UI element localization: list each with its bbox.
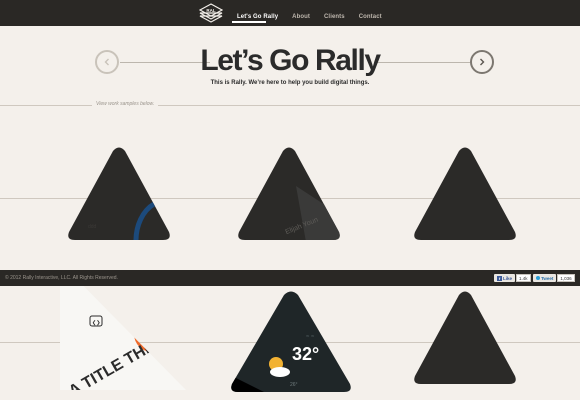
footer-bar: © 2012 Rally Interactive, LLC. All Right… — [0, 270, 580, 286]
twitter-tweet[interactable]: Tweet 1,036 — [533, 274, 575, 282]
work-sample-5-triangle[interactable]: 32° 26° ≈ ≈ — [228, 290, 354, 394]
svg-text:ddd: ddd — [88, 224, 97, 230]
work-sample-2-triangle[interactable]: Elijah Youn — [236, 146, 342, 242]
facebook-icon: f — [497, 275, 502, 281]
copyright-text: © 2012 Rally Interactive, LLC. All Right… — [5, 275, 118, 281]
section-label: View work samples below. — [92, 101, 159, 107]
svg-text:❮❯: ❮❯ — [92, 320, 100, 326]
work-sample-4-triangle[interactable]: ❮❯ D IS A TITLE THING — [60, 286, 190, 400]
nav-item-clients[interactable]: Clients — [317, 0, 352, 26]
work-sample-1-triangle[interactable]: ddd — [66, 146, 172, 242]
svg-text:D: D — [146, 328, 155, 342]
facebook-like[interactable]: f Like 1.4k — [494, 274, 531, 282]
page-title: Let’s Go Rally — [200, 44, 381, 77]
section-divider — [0, 105, 580, 106]
tweet-label: Tweet — [541, 275, 554, 281]
twitter-bird-icon — [536, 276, 540, 280]
nav-active-indicator — [232, 21, 266, 23]
nav-item-contact[interactable]: Contact — [352, 0, 389, 26]
page-subtitle: This is Rally. We’re here to help you bu… — [210, 80, 370, 86]
work-sample-6-triangle[interactable] — [412, 290, 518, 386]
tweet-button[interactable]: Tweet — [533, 274, 557, 282]
facebook-like-button[interactable]: f Like — [494, 274, 516, 282]
svg-text:≈ ≈: ≈ ≈ — [306, 334, 315, 340]
work-sample-3-triangle[interactable] — [412, 146, 518, 242]
like-label: Like — [503, 275, 513, 281]
tweet-count: 1,036 — [557, 274, 575, 282]
rally-logo[interactable]: RAL — [199, 3, 223, 23]
like-count: 1.4k — [516, 274, 531, 282]
top-nav-bar: RAL Let's Go Rally About Clients Contact — [0, 0, 580, 26]
nav-item-about[interactable]: About — [285, 0, 317, 26]
work-sample-5-temperature: 32° — [292, 344, 319, 364]
logo-text: RAL — [206, 8, 215, 13]
svg-text:26°: 26° — [290, 382, 298, 388]
